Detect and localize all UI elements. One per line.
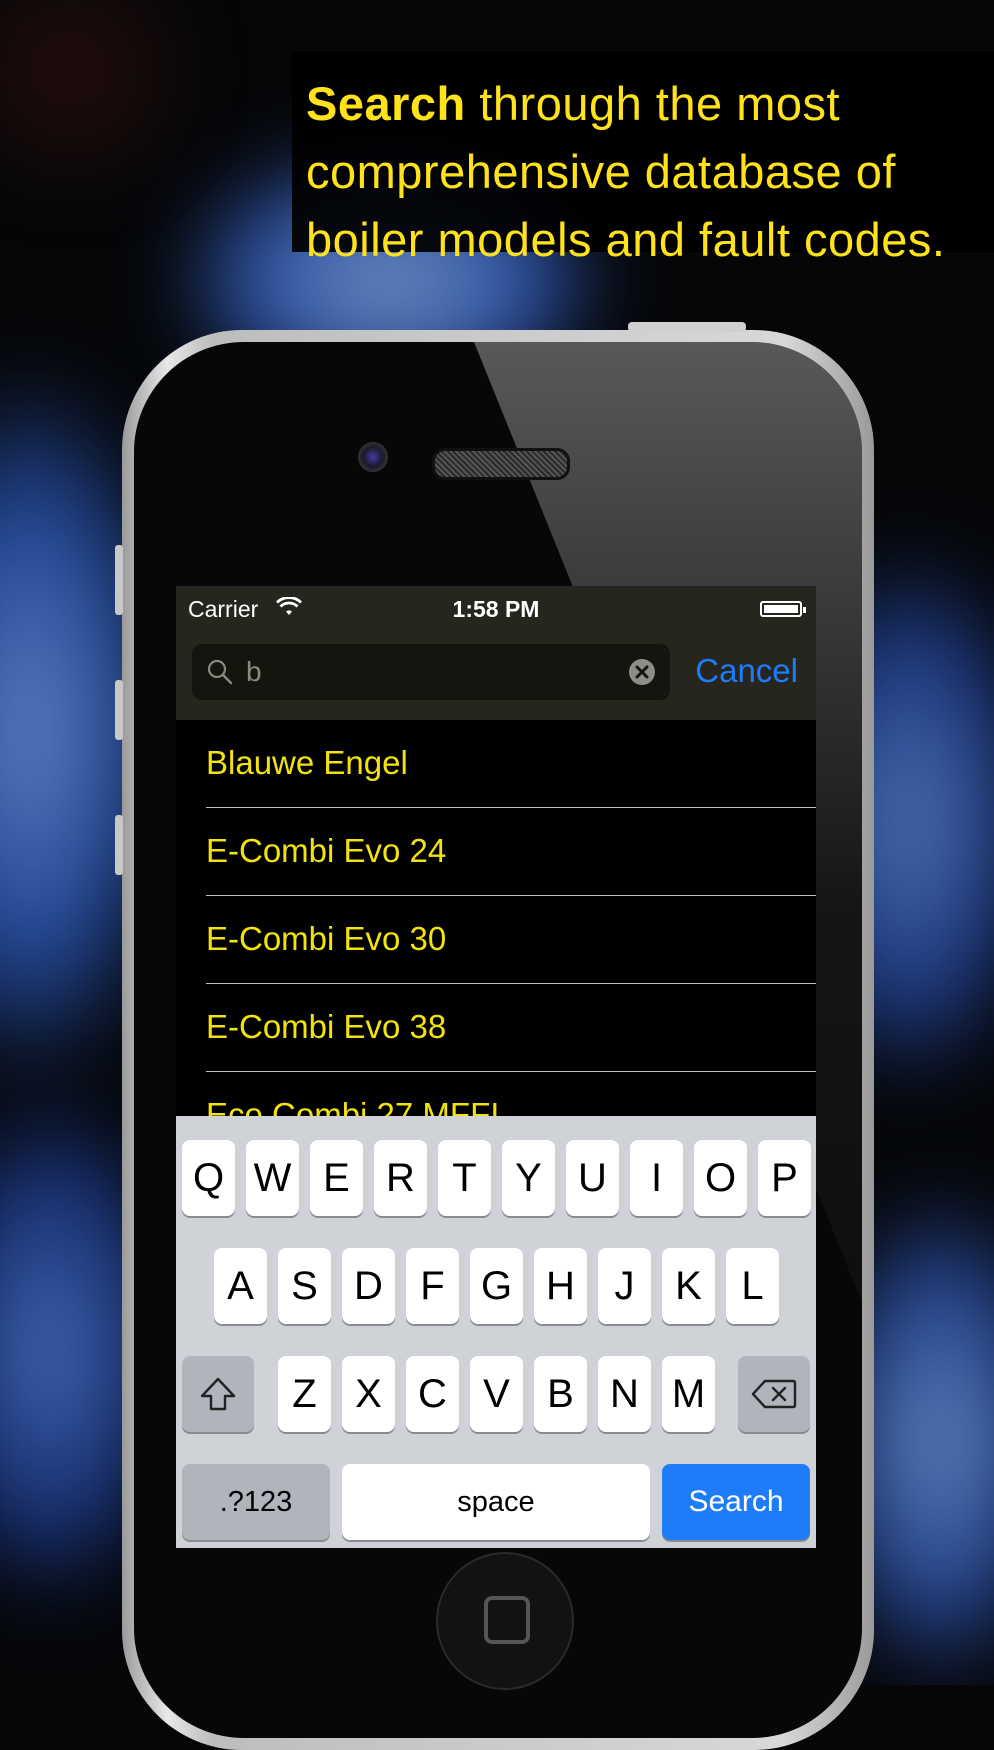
key-y[interactable]: Y xyxy=(502,1140,555,1216)
key-h[interactable]: H xyxy=(534,1248,587,1324)
key-z[interactable]: Z xyxy=(278,1356,331,1432)
key-x[interactable]: X xyxy=(342,1356,395,1432)
list-item[interactable]: E-Combi Evo 30 xyxy=(176,896,816,984)
key-g[interactable]: G xyxy=(470,1248,523,1324)
results-list: Blauwe Engel E-Combi Evo 24 E-Combi Evo … xyxy=(176,720,816,1160)
search-key[interactable]: Search xyxy=(662,1464,810,1540)
backspace-icon xyxy=(751,1379,797,1409)
key-d[interactable]: D xyxy=(342,1248,395,1324)
headline-bold: Search xyxy=(306,77,466,130)
key-r[interactable]: R xyxy=(374,1140,427,1216)
camera-icon xyxy=(358,442,388,472)
key-m[interactable]: M xyxy=(662,1356,715,1432)
key-n[interactable]: N xyxy=(598,1356,651,1432)
battery-icon xyxy=(760,601,806,617)
key-i[interactable]: I xyxy=(630,1140,683,1216)
key-p[interactable]: P xyxy=(758,1140,811,1216)
status-time: 1:58 PM xyxy=(452,596,540,622)
search-query-text: b xyxy=(246,656,262,687)
key-j[interactable]: J xyxy=(598,1248,651,1324)
search-bar: b Cancel xyxy=(176,634,816,720)
key-q[interactable]: Q xyxy=(182,1140,235,1216)
list-item-label: E-Combi Evo 30 xyxy=(206,920,447,957)
search-icon xyxy=(207,659,233,685)
key-u[interactable]: U xyxy=(566,1140,619,1216)
home-button[interactable] xyxy=(436,1552,574,1690)
list-item-label: E-Combi Evo 38 xyxy=(206,1008,447,1045)
list-item[interactable]: Blauwe Engel xyxy=(176,720,816,808)
space-key[interactable]: space xyxy=(342,1464,650,1540)
status-bar: Carrier 1:58 PM xyxy=(176,586,816,634)
list-item[interactable]: E-Combi Evo 24 xyxy=(176,808,816,896)
key-e[interactable]: E xyxy=(310,1140,363,1216)
key-s[interactable]: S xyxy=(278,1248,331,1324)
list-item-label: E-Combi Evo 24 xyxy=(206,832,447,869)
numbers-key[interactable]: .?123 xyxy=(182,1464,330,1540)
shift-key[interactable] xyxy=(182,1356,254,1432)
key-a[interactable]: A xyxy=(214,1248,267,1324)
backspace-key[interactable] xyxy=(738,1356,810,1432)
key-v[interactable]: V xyxy=(470,1356,523,1432)
search-input[interactable]: b xyxy=(192,644,670,700)
key-k[interactable]: K xyxy=(662,1248,715,1324)
clear-icon[interactable] xyxy=(628,658,656,686)
shift-icon xyxy=(200,1377,236,1411)
key-l[interactable]: L xyxy=(726,1248,779,1324)
promo-headline: Search through the most comprehensive da… xyxy=(292,52,994,266)
cancel-button[interactable]: Cancel xyxy=(695,652,798,690)
key-f[interactable]: F xyxy=(406,1248,459,1324)
list-item-label: Blauwe Engel xyxy=(206,744,408,781)
app-screen: Carrier 1:58 PM b Cancel Blauwe Engel E-… xyxy=(176,586,816,1548)
volume-up-button xyxy=(115,680,123,740)
key-w[interactable]: W xyxy=(246,1140,299,1216)
key-o[interactable]: O xyxy=(694,1140,747,1216)
speaker-grille xyxy=(432,448,570,480)
keyboard: Q W E R T Y U I O P A S D F G H J K L Z … xyxy=(176,1116,816,1548)
list-item[interactable]: E-Combi Evo 38 xyxy=(176,984,816,1072)
key-t[interactable]: T xyxy=(438,1140,491,1216)
key-c[interactable]: C xyxy=(406,1356,459,1432)
key-b[interactable]: B xyxy=(534,1356,587,1432)
volume-down-button xyxy=(115,815,123,875)
power-button xyxy=(628,322,746,332)
mute-switch xyxy=(115,545,123,615)
